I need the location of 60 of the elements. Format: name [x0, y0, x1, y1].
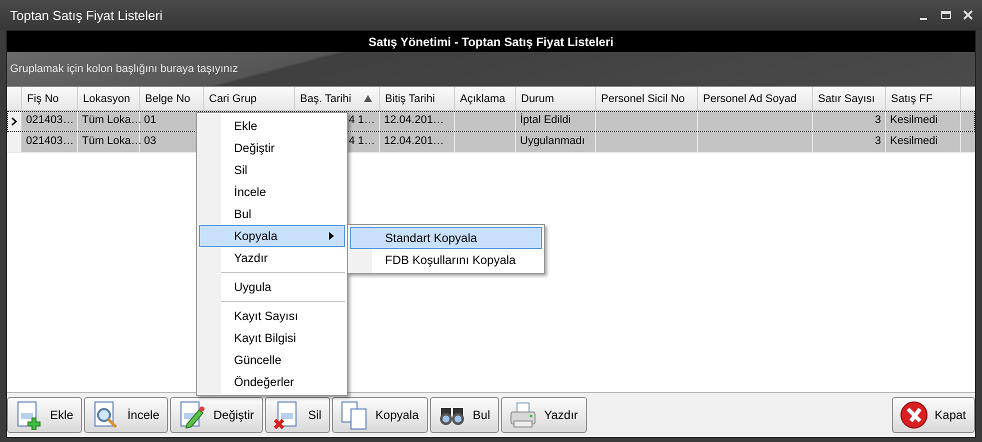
menu-item[interactable]: Kayıt Bilgisi [199, 327, 345, 349]
menu-item[interactable]: Uygula [199, 276, 345, 298]
column-header[interactable]: Personel Sicil No [596, 87, 698, 110]
column-header[interactable]: Bitiş Tarihi [380, 87, 455, 110]
menu-item[interactable]: FDB Koşullarını Kopyala [350, 249, 542, 271]
column-header[interactable]: Fiş No [22, 87, 78, 110]
table-cell: Tüm Loka… [82, 135, 142, 147]
toolbar-button[interactable]: Kopyala [332, 397, 428, 433]
table-cell: 03 [144, 135, 156, 147]
table-cell: 4 1… [348, 114, 375, 126]
table-cell: 021403… [26, 135, 74, 147]
toolbar-button[interactable]: Sil [265, 397, 330, 433]
menu-item[interactable]: Yazdır [199, 247, 345, 269]
table-cell: İptal Edildi [520, 114, 571, 126]
column-header[interactable]: Belge No [140, 87, 204, 110]
table-cell: 3 [874, 114, 881, 126]
table-cell: 4 1… [348, 135, 375, 147]
column-header[interactable]: Cari Grup [204, 87, 295, 110]
table-cell: 12.04.201… [384, 135, 444, 147]
table-cell: Kesilmedi [890, 114, 938, 126]
menu-item[interactable]: İncele [199, 181, 345, 203]
menu-item[interactable]: Bul [199, 203, 345, 225]
column-header[interactable]: Personel Ad Soyad [698, 87, 813, 110]
table-cell: 3 [874, 135, 881, 147]
toolbar-button[interactable]: Değiştir [170, 397, 264, 433]
panel-title: Satış Yönetimi - Toptan Satış Fiyat Listeleri [368, 34, 614, 48]
menu-item[interactable]: Kayıt Sayısı [199, 305, 345, 327]
column-header[interactable]: Açıklama [455, 87, 516, 110]
menu-item[interactable]: Kopyala [199, 225, 345, 247]
sort-arrow-icon [364, 95, 372, 102]
copy-documents-icon [339, 400, 370, 430]
table-cell: Uygulanmadı [520, 135, 585, 147]
table-cell: 021403… [26, 114, 74, 126]
menu-item[interactable]: Standart Kopyala [350, 227, 542, 249]
toolbar-button[interactable]: Bul [430, 397, 500, 433]
menu-item[interactable]: Öndeğerler [199, 371, 345, 393]
table-cell: Tüm Loka… [82, 114, 142, 126]
close-icon[interactable] [962, 9, 974, 21]
table-cell: 12.04.201… [384, 114, 444, 126]
submenu-arrow-icon [329, 232, 334, 240]
table-cell: 01 [144, 114, 156, 126]
column-header[interactable]: Satır Sayısı [813, 87, 886, 110]
column-header[interactable]: Satış FF [886, 87, 961, 110]
toolbar-button[interactable]: İncele [84, 397, 168, 433]
toolbar-button[interactable]: Ekle [7, 397, 82, 433]
menu-item[interactable]: Güncelle [199, 349, 345, 371]
menu-item[interactable]: Sil [199, 159, 345, 181]
window-title: Toptan Satış Fiyat Listeleri [10, 8, 164, 22]
toolbar-button[interactable]: Yazdır [501, 397, 587, 433]
table-cell: Kesilmedi [890, 135, 938, 147]
row-pointer-icon [11, 116, 17, 126]
column-header[interactable]: Durum [516, 87, 596, 110]
column-header[interactable]: Baş. Tarihi [295, 87, 380, 110]
row-indicator[interactable] [7, 111, 22, 131]
close-icon [898, 400, 929, 430]
column-header[interactable]: Lokasyon [78, 87, 140, 110]
printer-icon [508, 400, 538, 430]
group-by-hint: Gruplamak için kolon başlığını buraya taşıyınız [10, 63, 238, 75]
maximize-icon[interactable] [940, 9, 952, 21]
close-button[interactable]: Kapat [892, 397, 975, 433]
